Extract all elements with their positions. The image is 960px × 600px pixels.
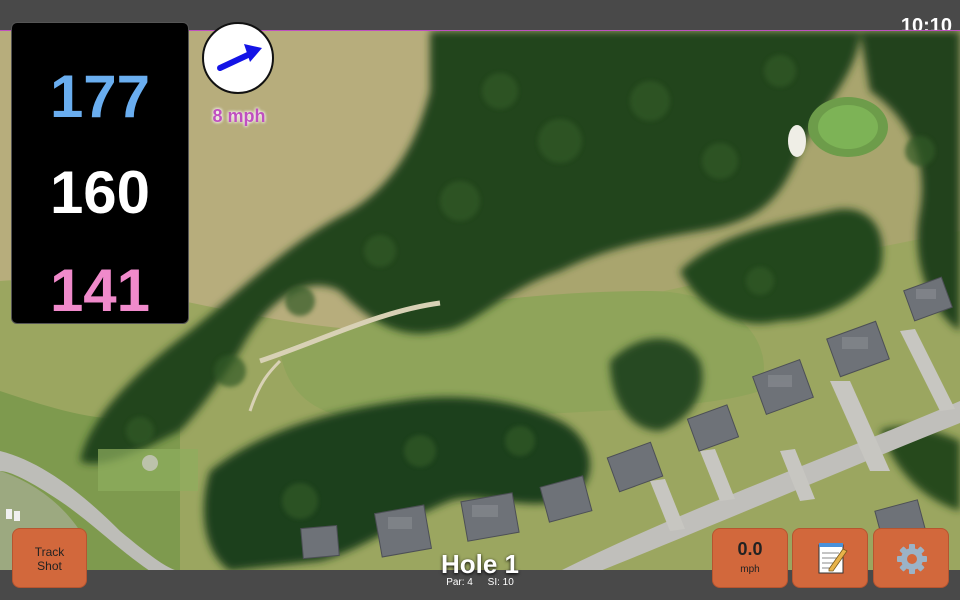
wind-button-value: 0.0 xyxy=(737,539,763,559)
hole-par: Par: 4 xyxy=(446,577,473,588)
distance-middle: 160 xyxy=(49,159,151,226)
wind-speed-button[interactable]: 0.0 mph xyxy=(712,528,788,588)
hole-title: Hole 1 xyxy=(440,549,520,579)
notepad-icon xyxy=(818,543,848,574)
hole-stroke-index: SI: 10 xyxy=(487,577,514,588)
wind-button-unit: mph xyxy=(740,564,760,575)
gear-icon xyxy=(897,544,927,574)
wind-direction-indicator xyxy=(202,22,274,94)
track-shot-label-line2: Shot xyxy=(37,559,62,573)
distance-panel: 177 160 141 xyxy=(11,22,189,324)
distance-front: 141 xyxy=(49,257,151,324)
track-shot-label-line1: Track xyxy=(34,545,65,559)
distance-back: 177 xyxy=(49,63,151,130)
settings-button[interactable] xyxy=(873,528,949,588)
wind-speed-label: 8 mph xyxy=(212,106,266,126)
notes-button[interactable] xyxy=(792,528,868,588)
arrow-right-up-icon xyxy=(217,44,262,71)
hole-info: Par: 4 SI: 10 xyxy=(380,577,580,588)
track-shot-button[interactable]: Track Shot xyxy=(12,528,87,588)
